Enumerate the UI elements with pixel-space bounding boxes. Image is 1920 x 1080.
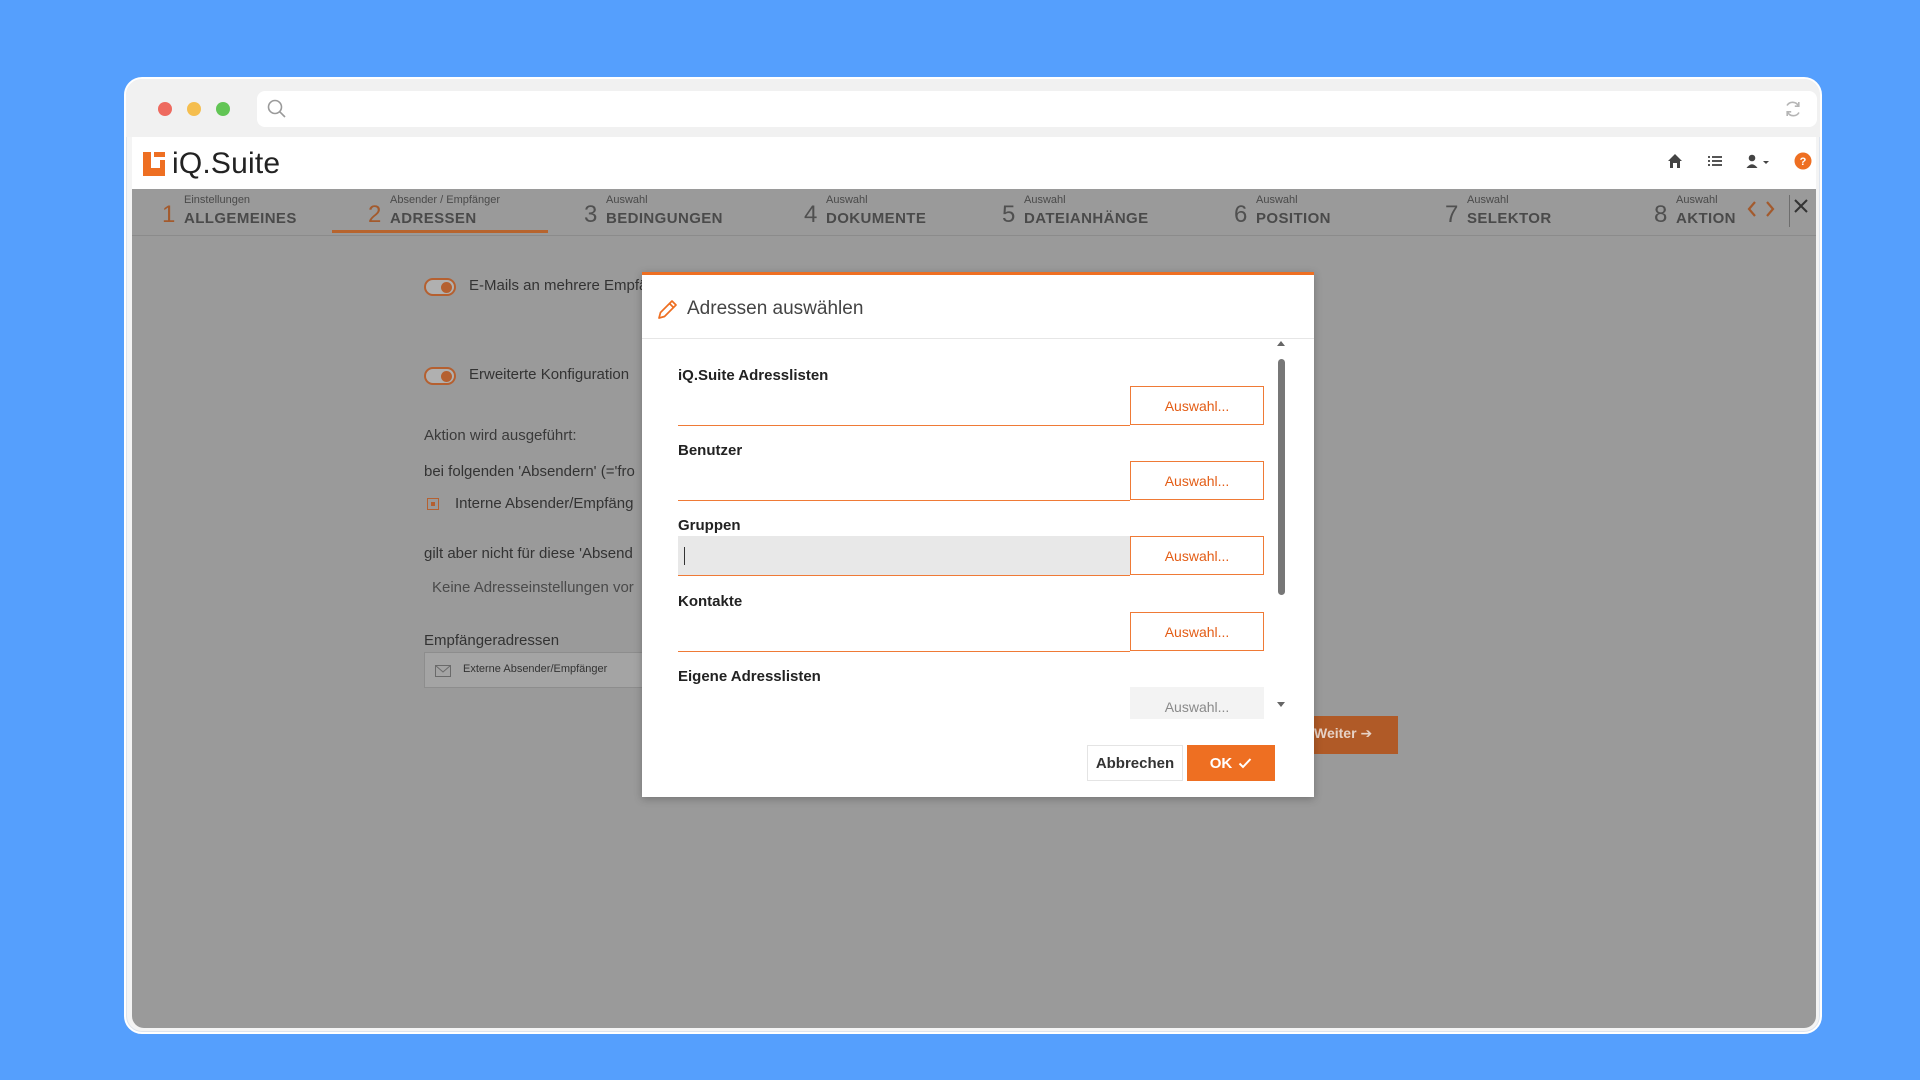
step-number: 7 — [1445, 201, 1459, 228]
check-icon — [1239, 758, 1252, 769]
scroll-down-icon[interactable] — [1276, 701, 1286, 709]
toggle-multi-label: E-Mails an mehrere Empfä — [469, 277, 648, 294]
step-nav-arrows[interactable] — [1746, 198, 1776, 220]
step-label: POSITION — [1256, 210, 1331, 227]
list-icon[interactable] — [1707, 153, 1723, 169]
minimize-window-button[interactable] — [187, 102, 201, 116]
scroll-up-icon[interactable] — [1276, 339, 1286, 347]
close-window-button[interactable] — [158, 102, 172, 116]
wizard-steps: 1 Einstellungen ALLGEMEINES 2 Absender /… — [132, 189, 1816, 236]
step-sublabel: Auswahl — [606, 194, 648, 206]
dialog-title: Adressen auswählen — [687, 298, 864, 319]
step-number: 1 — [162, 201, 176, 228]
help-icon[interactable]: ? — [1794, 152, 1812, 170]
dialog-scrollbar[interactable] — [1275, 339, 1287, 709]
scroll-thumb[interactable] — [1278, 359, 1285, 595]
step-number: 4 — [804, 201, 818, 228]
iq-address-lists-input[interactable] — [678, 386, 1130, 426]
steps-separator — [1789, 195, 1790, 227]
step-sublabel: Auswahl — [826, 194, 868, 206]
home-icon[interactable] — [1667, 153, 1683, 169]
app-logo[interactable]: iQ.Suite — [142, 147, 280, 181]
step-label: ADRESSEN — [390, 210, 477, 227]
own-address-lists-input[interactable] — [678, 687, 1130, 719]
step-number: 3 — [584, 201, 598, 228]
toggle-extended-label: Erweiterte Konfiguration — [469, 366, 630, 383]
step-number: 8 — [1654, 201, 1668, 228]
maximize-window-button[interactable] — [216, 102, 230, 116]
text-caret — [684, 547, 685, 565]
contacts-input[interactable] — [678, 612, 1130, 652]
step-number: 2 — [368, 201, 382, 228]
recipient-chip: Externe Absender/Empfänger — [463, 663, 608, 675]
step-label: DOKUMENTE — [826, 210, 927, 227]
step-label: AKTION — [1676, 210, 1736, 227]
users-select-button[interactable]: Auswahl... — [1130, 461, 1264, 500]
step-label: BEDINGUNGEN — [606, 210, 723, 227]
iq-address-lists-select-button[interactable]: Auswahl... — [1130, 386, 1264, 425]
own-address-lists-select-button[interactable]: Auswahl... — [1130, 687, 1264, 719]
field-label: iQ.Suite Adresslisten — [678, 367, 829, 384]
close-icon[interactable] — [1794, 199, 1808, 213]
chevron-right-icon — [1766, 201, 1775, 217]
user-menu-icon[interactable] — [1746, 153, 1772, 169]
step-sublabel: Einstellungen — [184, 194, 251, 206]
step-label: DATEIANHÄNGE — [1024, 210, 1149, 227]
field-label: Gruppen — [678, 517, 741, 534]
internal-sender-checkbox[interactable] — [427, 498, 439, 510]
ok-button[interactable]: OK — [1187, 745, 1275, 781]
pencil-icon — [658, 300, 677, 319]
step-sublabel: Auswahl — [1024, 194, 1066, 206]
chevron-left-icon — [1747, 201, 1756, 217]
cancel-button[interactable]: Abbrechen — [1087, 745, 1183, 781]
senders-line: bei folgenden 'Absendern' (='fro — [424, 463, 635, 480]
svg-text:?: ? — [1800, 156, 1807, 168]
next-button[interactable]: Weiter ➔ — [1302, 716, 1398, 754]
except-line: gilt aber nicht für diese 'Absend — [424, 545, 633, 562]
recipients-label: Empfängeradressen — [424, 632, 560, 649]
iq-logo-icon — [143, 152, 165, 176]
ok-button-label: OK — [1209, 754, 1233, 772]
step-label: ALLGEMEINES — [184, 210, 297, 227]
select-addresses-dialog: Adressen auswählen iQ.Suite Adresslisten… — [642, 272, 1314, 797]
step-number: 5 — [1002, 201, 1016, 228]
field-label: Kontakte — [678, 593, 743, 610]
mail-icon — [435, 665, 451, 677]
internal-sender-label: Interne Absender/Empfäng — [455, 495, 634, 512]
app-header: iQ.Suite ? — [132, 137, 1816, 189]
step-aktion[interactable]: 8 Auswahl AKTION — [1654, 189, 1750, 235]
dialog-header: Adressen auswählen — [642, 275, 1314, 339]
step-sublabel: Auswahl — [1256, 194, 1298, 206]
app-name: iQ.Suite — [172, 147, 281, 180]
contacts-select-button[interactable]: Auswahl... — [1130, 612, 1264, 651]
step-sublabel: Auswahl — [1676, 194, 1718, 206]
toggle-multi-recipients[interactable] — [424, 278, 456, 296]
users-input[interactable] — [678, 461, 1130, 501]
reload-icon[interactable] — [1783, 99, 1803, 119]
browser-titlebar — [126, 79, 1820, 137]
toggle-extended-config[interactable] — [424, 367, 456, 385]
groups-input[interactable] — [678, 536, 1130, 576]
recipients-field[interactable]: Externe Absender/Empfänger — [424, 652, 654, 688]
no-address-text: Keine Adresseinstellungen vor — [432, 579, 634, 596]
step-label: SELEKTOR — [1467, 210, 1552, 227]
next-button-label: Weiter — [1314, 725, 1357, 741]
step-sublabel: Absender / Empfänger — [390, 194, 501, 206]
dialog-body: iQ.Suite Adresslisten Auswahl... Benutze… — [642, 339, 1314, 719]
arrow-right-icon: ➔ — [1360, 725, 1373, 741]
groups-select-button[interactable]: Auswahl... — [1130, 536, 1264, 575]
field-label: Eigene Adresslisten — [678, 668, 821, 685]
step-number: 6 — [1234, 201, 1248, 228]
address-bar[interactable] — [257, 91, 1817, 127]
active-step-indicator — [332, 230, 548, 233]
field-label: Benutzer — [678, 442, 743, 459]
search-icon — [267, 99, 286, 118]
action-heading: Aktion wird ausgeführt: — [424, 427, 577, 444]
dialog-footer: Abbrechen OK — [642, 745, 1314, 785]
step-sublabel: Auswahl — [1467, 194, 1509, 206]
